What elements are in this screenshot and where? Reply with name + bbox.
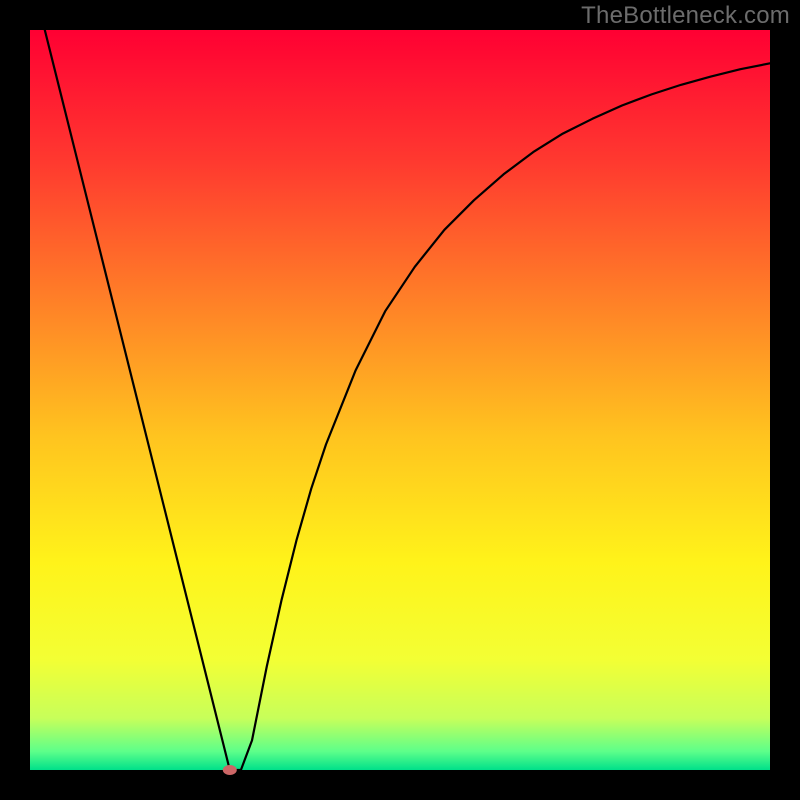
plot-area	[30, 30, 770, 770]
bottleneck-chart	[0, 0, 800, 800]
watermark-label: TheBottleneck.com	[581, 2, 790, 30]
optimum-marker	[223, 765, 237, 775]
chart-frame: TheBottleneck.com	[0, 0, 800, 800]
